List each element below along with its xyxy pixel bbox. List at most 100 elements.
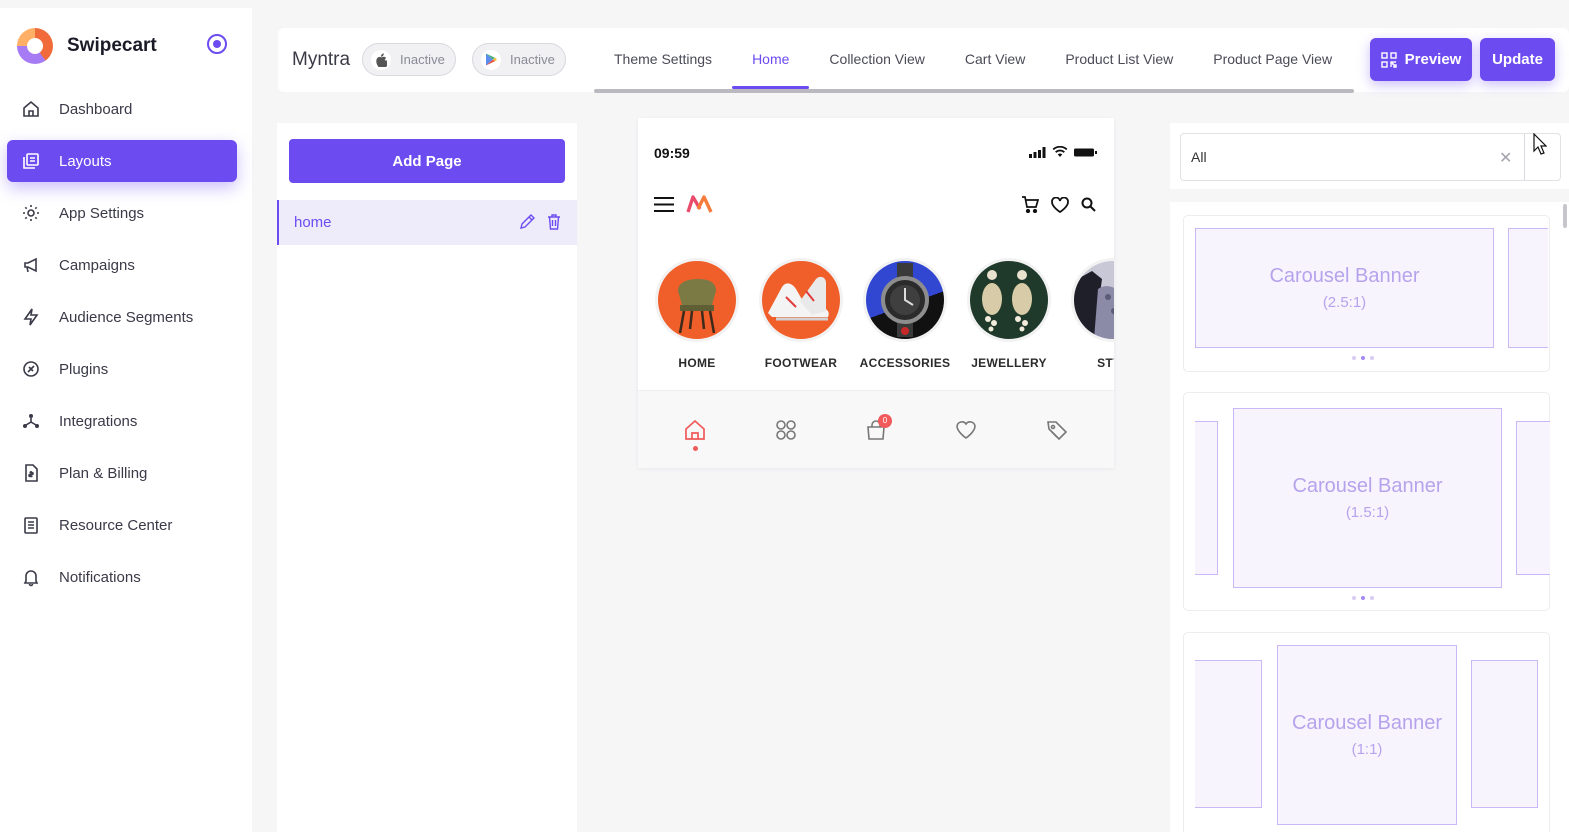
brand-name: Swipecart <box>67 35 157 56</box>
category-image <box>1071 258 1114 342</box>
widget-ratio: (2.5:1) <box>1322 294 1367 311</box>
sidebar: Swipecart Dashboard Layouts App Settings… <box>0 8 252 832</box>
widget-card-carousel-2-5[interactable]: Carousel Banner (2.5:1) <box>1183 215 1550 372</box>
tab-theme-settings[interactable]: Theme Settings <box>594 28 732 90</box>
banner-next-slide <box>1516 421 1550 575</box>
category-label: FOOTWEAR <box>764 356 838 370</box>
widget-library: Carousel Banner (2.5:1) Carousel Banner … <box>1170 202 1569 832</box>
clear-icon[interactable]: ✕ <box>1499 148 1512 168</box>
category-item[interactable]: FOOTWEAR <box>756 258 846 370</box>
tab-cart-view[interactable]: Cart View <box>945 28 1045 90</box>
swipecart-logo-icon <box>17 28 53 64</box>
document-icon <box>21 515 41 535</box>
sidebar-item-label: Plan & Billing <box>59 464 148 482</box>
heart-icon[interactable] <box>1051 196 1069 213</box>
widget-filter-select[interactable]: All ✕ <box>1180 133 1561 181</box>
android-status-text: Inactive <box>510 52 555 67</box>
bottom-nav-home[interactable] <box>675 410 715 451</box>
sidebar-item-layouts[interactable]: Layouts <box>7 140 237 182</box>
banner-preview: Carousel Banner (1.5:1) <box>1233 408 1502 588</box>
tab-product-page-view[interactable]: Product Page View <box>1193 28 1352 90</box>
myntra-logo-icon <box>686 195 713 213</box>
category-item[interactable]: STYL <box>1068 258 1114 370</box>
sidebar-nav: Dashboard Layouts App Settings Campaigns… <box>7 88 237 608</box>
layouts-icon <box>21 151 41 171</box>
battery-icon <box>1074 148 1097 156</box>
sidebar-item-app-settings[interactable]: App Settings <box>7 192 237 234</box>
page-list-item[interactable]: home <box>277 200 577 245</box>
sidebar-item-label: App Settings <box>59 204 145 222</box>
layout-tabs: Theme Settings Home Collection View Cart… <box>594 28 1352 92</box>
banner-next-slide <box>1508 228 1548 348</box>
category-label: STYL <box>1097 356 1114 370</box>
bottom-nav-wishlist[interactable] <box>946 410 986 450</box>
sidebar-item-label: Dashboard <box>59 100 133 118</box>
app-name: Myntra <box>292 49 351 70</box>
brand[interactable]: Swipecart <box>17 28 157 64</box>
bottom-nav-categories[interactable] <box>766 410 806 450</box>
cart-icon[interactable] <box>1021 196 1039 213</box>
sidebar-toggle-icon[interactable] <box>207 34 227 54</box>
category-item[interactable]: ACCESSORIES <box>860 258 950 370</box>
widget-scrollbar[interactable] <box>1563 204 1567 228</box>
edit-icon[interactable] <box>519 213 536 230</box>
sidebar-item-campaigns[interactable]: Campaigns <box>7 244 237 286</box>
tabs-scrollbar[interactable] <box>594 89 1354 93</box>
bottom-nav-bag[interactable]: 0 <box>856 410 896 450</box>
carousel-dots <box>1352 596 1374 600</box>
phone-appbar-right <box>1021 196 1096 213</box>
update-button[interactable]: Update <box>1480 38 1555 81</box>
category-item[interactable]: JEWELLERY <box>964 258 1054 370</box>
pages-panel: Add Page home <box>277 123 577 832</box>
sidebar-item-label: Audience Segments <box>59 308 194 326</box>
widget-ratio: (1:1) <box>1351 741 1383 758</box>
sidebar-item-label: Layouts <box>59 152 112 170</box>
phone-appbar-left <box>654 195 714 213</box>
category-item[interactable]: HOME <box>652 258 742 370</box>
bell-icon <box>21 567 41 587</box>
category-strip: HOME FOOTWEAR ACCESSORIES JEWELLERY STYL <box>652 258 1114 370</box>
sidebar-item-label: Resource Center <box>59 516 173 534</box>
sidebar-item-plan-billing[interactable]: Plan & Billing <box>7 452 237 494</box>
category-image <box>759 258 843 342</box>
sidebar-item-resource-center[interactable]: Resource Center <box>7 504 237 546</box>
search-icon[interactable] <box>1081 197 1096 212</box>
banner-preview: Carousel Banner (1:1) <box>1277 645 1457 825</box>
tab-product-list-view[interactable]: Product List View <box>1045 28 1193 90</box>
delete-icon[interactable] <box>546 213 562 230</box>
widget-filter: All ✕ <box>1170 123 1569 189</box>
gear-icon <box>21 203 41 223</box>
android-status-pill[interactable]: Inactive <box>472 43 566 76</box>
sidebar-item-plugins[interactable]: Plugins <box>7 348 237 390</box>
page-name: home <box>294 214 332 231</box>
ios-status-pill[interactable]: Inactive <box>362 43 456 76</box>
qr-code-icon <box>1380 51 1397 68</box>
plugin-icon <box>21 359 41 379</box>
banner-next-slide <box>1471 660 1538 808</box>
widget-card-carousel-1-1[interactable]: Carousel Banner (1:1) <box>1183 632 1550 832</box>
grid-icon <box>775 419 796 440</box>
category-image <box>863 258 947 342</box>
add-page-button[interactable]: Add Page <box>289 139 565 183</box>
preview-button[interactable]: Preview <box>1370 38 1472 81</box>
widget-card-carousel-1-5[interactable]: Carousel Banner (1.5:1) <box>1183 392 1550 611</box>
sidebar-item-dashboard[interactable]: Dashboard <box>7 88 237 130</box>
phone-bottom-nav: 0 <box>638 390 1114 468</box>
sidebar-item-notifications[interactable]: Notifications <box>7 556 237 598</box>
filter-divider <box>1524 134 1525 180</box>
banner-prev-slide <box>1195 421 1218 575</box>
tab-home[interactable]: Home <box>732 28 810 90</box>
sidebar-item-integrations[interactable]: Integrations <box>7 400 237 442</box>
banner-preview: Carousel Banner (2.5:1) <box>1195 228 1494 348</box>
sidebar-item-audience-segments[interactable]: Audience Segments <box>7 296 237 338</box>
category-label: JEWELLERY <box>971 356 1047 370</box>
bottom-nav-offers[interactable] <box>1037 410 1077 450</box>
tab-collection-view[interactable]: Collection View <box>809 28 944 90</box>
carousel-dots <box>1352 356 1374 360</box>
hamburger-menu-icon[interactable] <box>654 196 674 212</box>
category-label: ACCESSORIES <box>859 356 951 370</box>
active-indicator <box>693 445 699 451</box>
tag-icon <box>1046 420 1067 440</box>
apple-icon <box>371 49 391 70</box>
status-time: 09:59 <box>654 145 690 161</box>
